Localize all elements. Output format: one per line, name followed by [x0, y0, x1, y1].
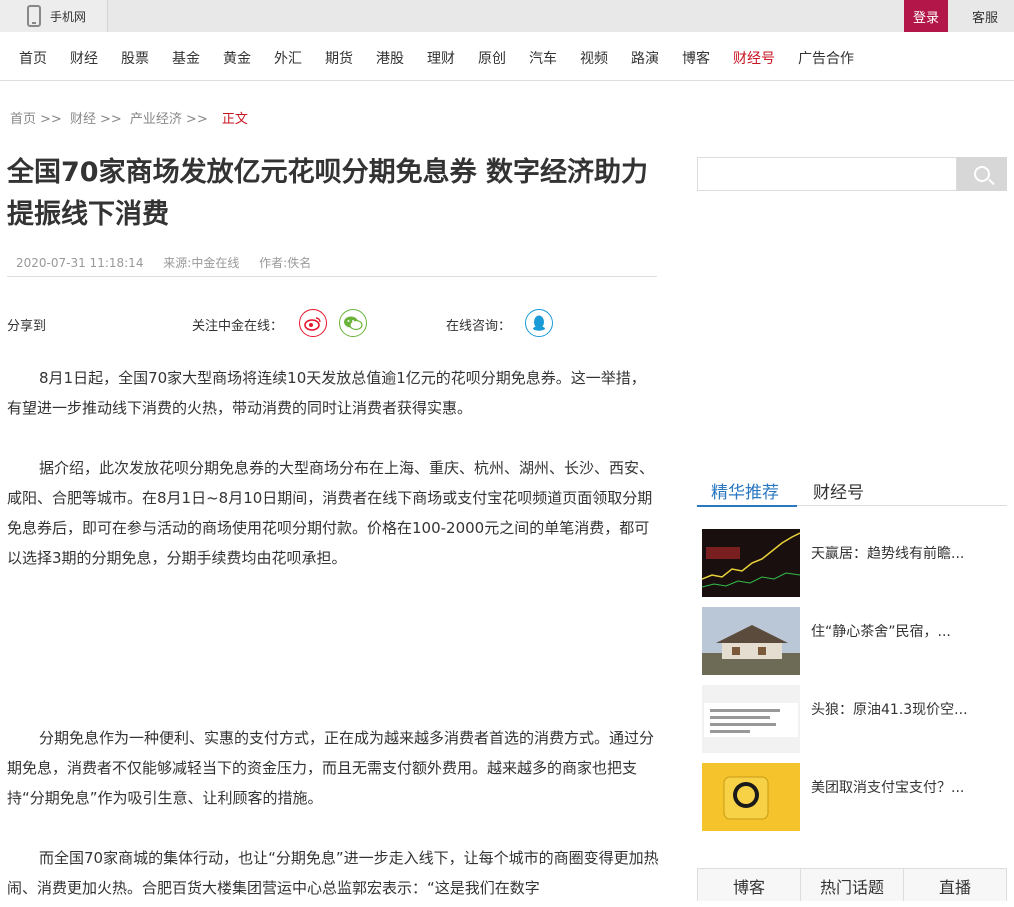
breadcrumb: 首页 >> 财经 >> 产业经济 >> 正文	[10, 108, 252, 127]
qq-icon[interactable]	[525, 309, 553, 337]
nav-item-funds[interactable]: 基金	[172, 51, 200, 67]
article-title: 全国70家商场发放亿元花呗分期免息券 数字经济助力提振线下消费	[7, 157, 648, 230]
nav-item-hk-stocks[interactable]: 港股	[376, 51, 404, 67]
tab-live[interactable]: 直播	[904, 869, 1006, 901]
nav-item-wealth[interactable]: 理财	[427, 51, 455, 67]
nav-item-futures[interactable]: 期货	[325, 51, 353, 67]
article-author: 作者:佚名	[259, 256, 312, 270]
nav-item-advertising[interactable]: 广告合作	[798, 51, 854, 67]
list-item[interactable]: 住“静心茶舍”民宿，...	[702, 607, 1002, 675]
article-meta: 2020-07-31 11:18:14 来源:中金在线 作者:佚名	[16, 254, 327, 271]
divider	[7, 276, 657, 277]
list-item-title: 美团取消支付宝支付？...	[811, 780, 965, 796]
article-paragraph: 分期免息作为一种便利、实惠的支付方式，正在成为越来越多消费者首选的消费方式。通过…	[7, 729, 655, 807]
article-source: 来源:中金在线	[163, 256, 240, 270]
search-button[interactable]	[957, 157, 1007, 191]
list-item-thumbnail	[702, 607, 800, 675]
mobile-site-label: 手机网	[50, 9, 87, 24]
main-nav: 首页 财经 股票 基金 黄金 外汇 期货 港股 理财 原创 汽车 视频 路演 博…	[0, 32, 1014, 81]
tab-blog[interactable]: 博客	[698, 869, 801, 901]
article-date: 2020-07-31 11:18:14	[16, 256, 144, 270]
wechat-icon[interactable]	[339, 309, 367, 337]
nav-item-gold[interactable]: 黄金	[223, 51, 251, 67]
bottom-tabs: 博客 热门话题 直播	[697, 868, 1007, 901]
nav-item-home[interactable]: 首页	[19, 51, 47, 67]
nav-item-forex[interactable]: 外汇	[274, 51, 302, 67]
customer-service-link[interactable]: 客服	[960, 0, 1010, 32]
nav-item-blog[interactable]: 博客	[682, 51, 710, 67]
follow-label: 关注中金在线：	[192, 319, 284, 334]
weibo-icon[interactable]	[299, 309, 327, 337]
mobile-site-link[interactable]: 手机网	[0, 0, 108, 32]
list-item-title: 住“静心茶舍”民宿，...	[811, 624, 951, 640]
breadcrumb-sep: >>	[99, 112, 122, 127]
list-item-thumbnail	[702, 529, 800, 597]
phone-icon	[27, 5, 41, 27]
list-item[interactable]: 天赢居：趋势线有前瞻...	[702, 529, 1002, 597]
breadcrumb-home[interactable]: 首页	[10, 112, 36, 127]
list-item[interactable]: 美团取消支付宝支付？...	[702, 763, 1002, 831]
login-button[interactable]: 登录	[904, 0, 948, 32]
article-paragraph: 8月1日起，全国70家大型商场将连续10天发放总值逾1亿元的花呗分期免息券。这一…	[7, 369, 646, 417]
search-icon	[974, 166, 990, 182]
consult-label: 在线咨询：	[446, 319, 512, 334]
nav-item-video[interactable]: 视频	[580, 51, 608, 67]
nav-item-stocks[interactable]: 股票	[121, 51, 149, 67]
breadcrumb-finance[interactable]: 财经	[70, 112, 96, 127]
nav-item-original[interactable]: 原创	[478, 51, 506, 67]
tab-hot-topics[interactable]: 热门话题	[801, 869, 904, 901]
breadcrumb-sep: >>	[185, 112, 208, 127]
nav-item-auto[interactable]: 汽车	[529, 51, 557, 67]
sidebar-tabs: 精华推荐 财经号	[697, 476, 1007, 507]
tab-featured[interactable]: 精华推荐	[697, 478, 797, 507]
article-paragraph: 而全国70家商城的集体行动，也让“分期免息”进一步走入线下，让每个城市的商圈变得…	[7, 849, 659, 897]
list-item-thumbnail	[702, 763, 800, 831]
search-input[interactable]	[697, 157, 957, 191]
breadcrumb-sep: >>	[40, 112, 62, 127]
list-item-thumbnail	[702, 685, 800, 753]
nav-item-roadshow[interactable]: 路演	[631, 51, 659, 67]
share-label: 分享到	[7, 319, 47, 334]
nav-item-finance[interactable]: 财经	[70, 51, 98, 67]
tab-caijinghao[interactable]: 财经号	[813, 478, 864, 503]
breadcrumb-current: 正文	[221, 112, 248, 127]
list-item-title: 头狼：原油41.3现价空...	[811, 702, 968, 718]
breadcrumb-industry[interactable]: 产业经济	[130, 112, 182, 127]
nav-item-caijinghao[interactable]: 财经号	[733, 51, 775, 67]
top-bar: 手机网 登录 客服	[0, 0, 1014, 32]
list-item[interactable]: 头狼：原油41.3现价空...	[702, 685, 1002, 753]
article-paragraph: 据介绍，此次发放花呗分期免息券的大型商场分布在上海、重庆、杭州、湖州、长沙、西安…	[7, 459, 655, 567]
list-item-title: 天赢居：趋势线有前瞻...	[811, 546, 965, 562]
